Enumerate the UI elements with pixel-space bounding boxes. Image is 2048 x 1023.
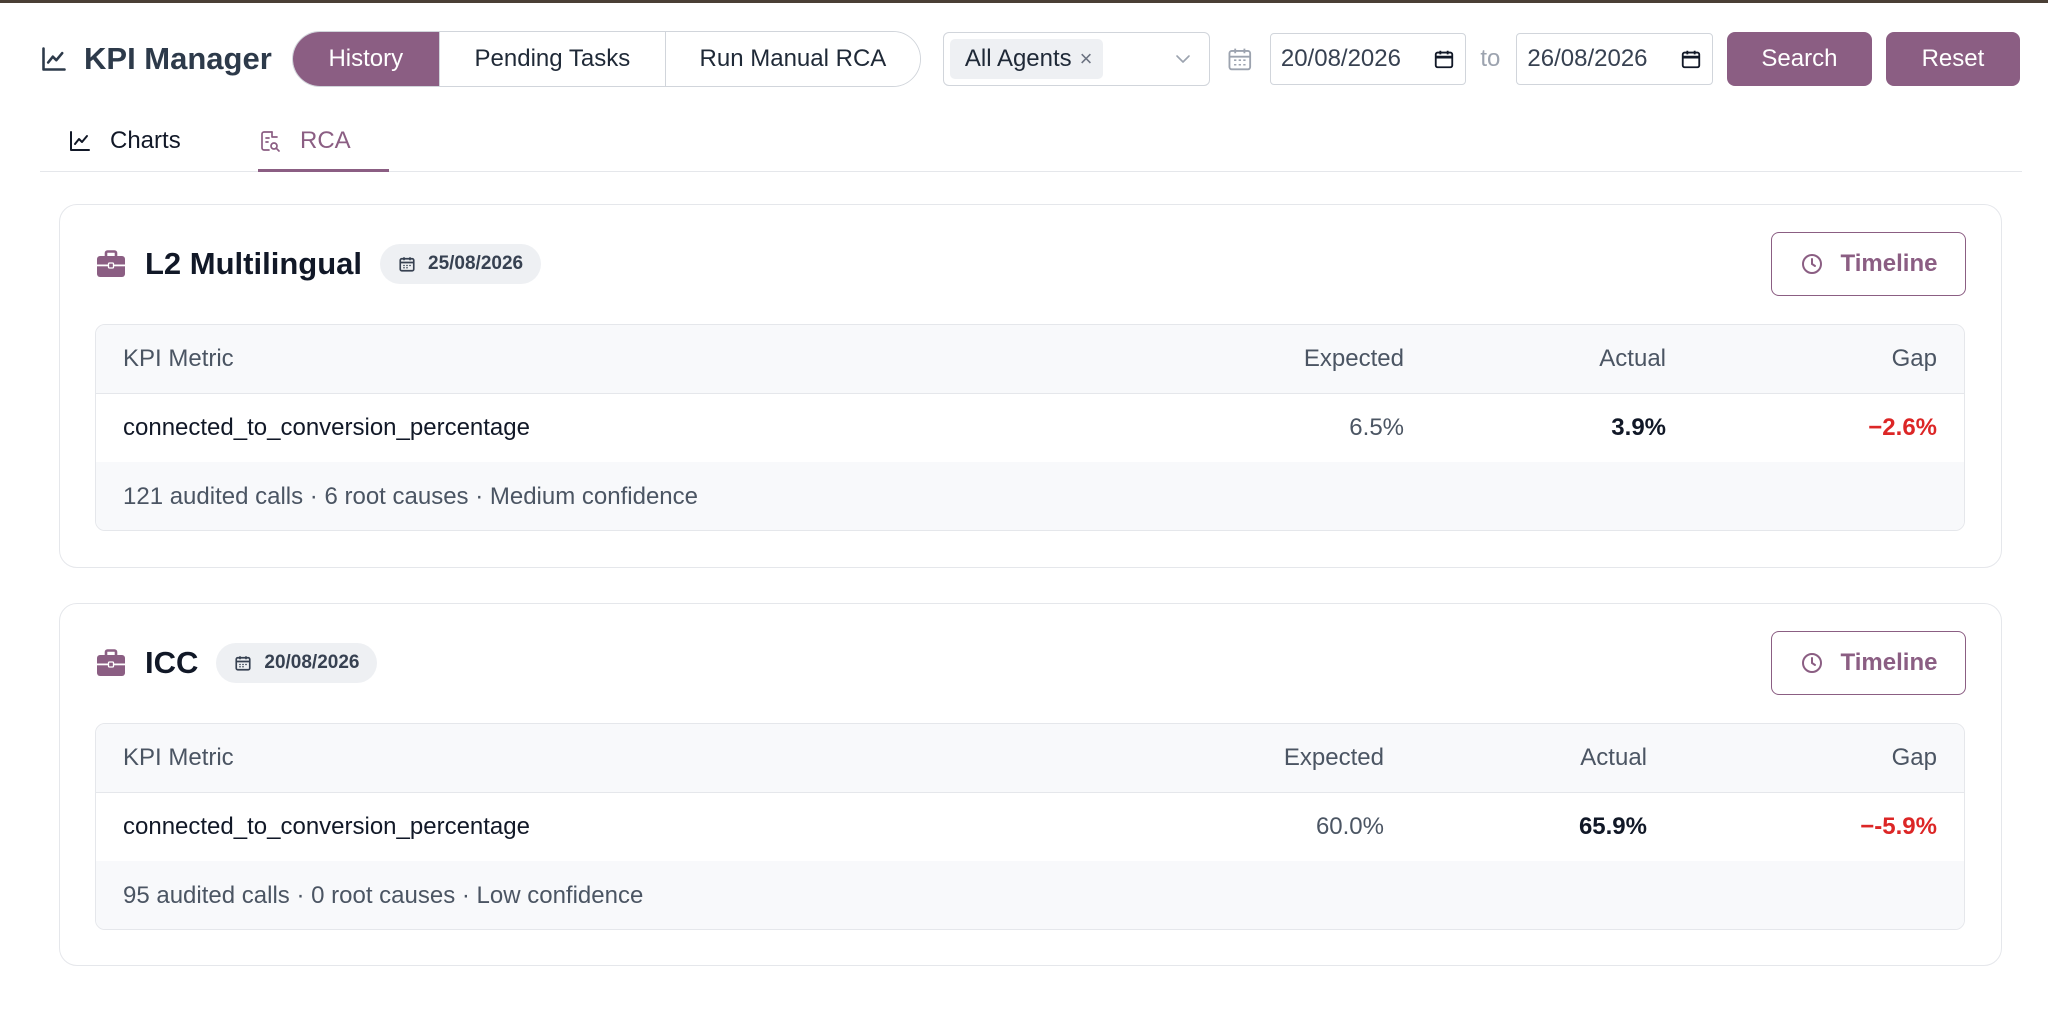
column-header-gap: Gap	[1891, 744, 1937, 771]
date-from-value: 20/08/2026	[1280, 45, 1401, 72]
briefcase-icon	[97, 250, 125, 277]
column-header-expected: Expected	[1303, 345, 1404, 372]
table-row: connected_to_conversion_percentage 6.5% …	[96, 394, 1964, 462]
card-header: ICC 20/08/2026	[96, 642, 378, 684]
history-tab-button[interactable]: History	[292, 32, 440, 86]
date-badge: 20/08/2026	[216, 643, 378, 683]
tab-rca[interactable]: RCA	[258, 110, 351, 172]
rca-card: ICC 20/08/2026 Timeline KPI Metric Expec…	[59, 603, 2002, 966]
calendar-icon	[235, 656, 251, 671]
reset-button[interactable]: Reset	[1885, 32, 2020, 86]
gap-value: −-5.9%	[1860, 813, 1937, 840]
table-row: connected_to_conversion_percentage 60.0%…	[96, 793, 1964, 861]
card-title: ICC	[145, 645, 199, 680]
line-chart-icon	[42, 47, 66, 71]
table-header-row: KPI Metric Expected Actual Gap	[96, 724, 1964, 793]
header-bar: KPI Manager History Pending Tasks Run Ma…	[40, 30, 2020, 88]
calendar-icon	[1228, 48, 1252, 71]
date-badge-label: 25/08/2026	[428, 253, 524, 274]
clock-icon	[1801, 653, 1822, 673]
column-header-metric: KPI Metric	[123, 744, 234, 771]
timeline-button[interactable]: Timeline	[1771, 631, 1966, 695]
app-title: KPI Manager	[84, 41, 272, 76]
active-tab-indicator	[258, 169, 389, 172]
column-header-expected: Expected	[1283, 744, 1384, 771]
remove-tag-icon[interactable]: ×	[1080, 46, 1093, 72]
document-search-icon	[261, 131, 280, 152]
clock-icon	[1801, 254, 1822, 274]
date-range-separator: to	[1480, 45, 1501, 72]
expected-value: 6.5%	[1349, 414, 1404, 441]
column-header-actual: Actual	[1599, 345, 1666, 372]
timeline-button-label: Timeline	[1840, 649, 1938, 676]
kpi-table: KPI Metric Expected Actual Gap connected…	[95, 723, 1965, 930]
date-to-value: 26/08/2026	[1527, 45, 1648, 72]
timeline-button[interactable]: Timeline	[1771, 232, 1966, 296]
actual-value: 3.9%	[1611, 414, 1666, 441]
run-manual-rca-tab-button[interactable]: Run Manual RCA	[665, 32, 920, 86]
date-from-input[interactable]: 20/08/2026	[1269, 33, 1467, 85]
search-button[interactable]: Search	[1726, 32, 1872, 86]
date-to-input[interactable]: 26/08/2026	[1516, 33, 1713, 85]
tab-bar: Charts RCA	[40, 110, 2022, 172]
calendar-picker-icon[interactable]	[1433, 48, 1455, 70]
table-header-row: KPI Metric Expected Actual Gap	[96, 325, 1964, 394]
metric-name: connected_to_conversion_percentage	[123, 414, 530, 441]
agent-select[interactable]: All Agents ×	[942, 32, 1211, 86]
agent-tag: All Agents ×	[949, 39, 1103, 79]
pending-tasks-tab-button[interactable]: Pending Tasks	[439, 32, 666, 86]
table-summary: 121 audited calls · 6 root causes · Medi…	[96, 462, 1964, 530]
gap-value: −2.6%	[1868, 414, 1937, 441]
actual-value: 65.9%	[1578, 813, 1647, 840]
briefcase-icon	[97, 649, 125, 676]
date-badge-label: 20/08/2026	[264, 652, 360, 673]
metric-name: connected_to_conversion_percentage	[123, 813, 530, 840]
column-header-gap: Gap	[1891, 345, 1937, 372]
tab-charts[interactable]: Charts	[68, 110, 181, 172]
card-title: L2 Multilingual	[145, 246, 362, 281]
agent-tag-label: All Agents	[964, 45, 1072, 72]
rca-card: L2 Multilingual 25/08/2026 Timeline KPI …	[59, 204, 2002, 568]
line-chart-icon	[70, 131, 90, 151]
window-top-border	[0, 0, 2048, 3]
chevron-down-icon[interactable]	[1173, 49, 1193, 69]
tab-rca-label: RCA	[300, 127, 351, 154]
date-badge: 25/08/2026	[380, 244, 542, 284]
column-header-actual: Actual	[1580, 744, 1647, 771]
expected-value: 60.0%	[1315, 813, 1384, 840]
brand: KPI Manager	[40, 30, 272, 88]
column-header-metric: KPI Metric	[123, 345, 234, 372]
calendar-picker-icon[interactable]	[1680, 48, 1702, 70]
table-summary: 95 audited calls · 0 root causes · Low c…	[96, 861, 1964, 929]
kpi-table: KPI Metric Expected Actual Gap connected…	[95, 324, 1965, 531]
view-switcher: History Pending Tasks Run Manual RCA	[291, 31, 921, 87]
timeline-button-label: Timeline	[1840, 250, 1938, 277]
card-header: L2 Multilingual 25/08/2026	[96, 243, 542, 285]
calendar-icon	[399, 257, 415, 272]
tab-charts-label: Charts	[110, 127, 181, 154]
